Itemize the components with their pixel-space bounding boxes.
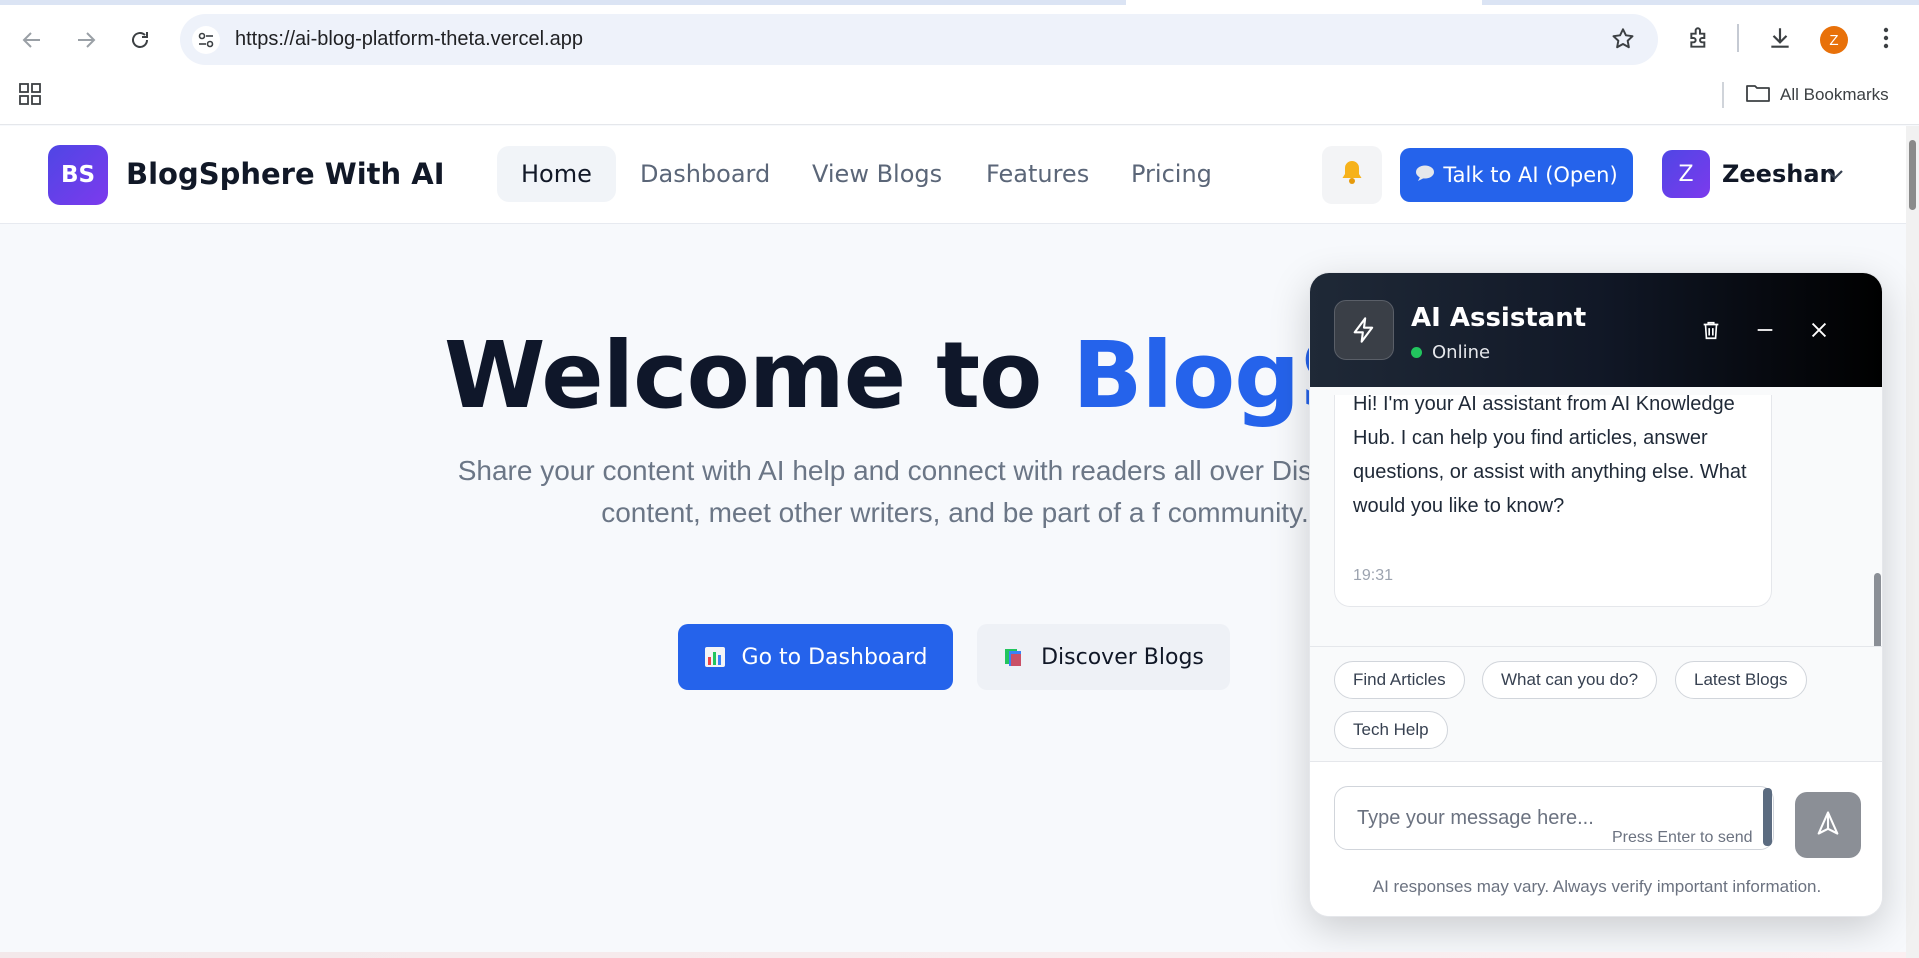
chat-status-label: Online	[1432, 342, 1491, 363]
speech-bubble-icon	[1415, 163, 1435, 187]
bottom-edge	[0, 952, 1906, 958]
suggestion-chip[interactable]: Tech Help	[1334, 711, 1448, 749]
chat-input-area: Press Enter to send AI responses may var…	[1310, 761, 1882, 916]
chat-header: AI Assistant Online	[1310, 273, 1882, 387]
address-bar[interactable]: https://ai-blog-platform-theta.vercel.ap…	[180, 14, 1658, 65]
online-dot-icon	[1411, 347, 1422, 358]
send-button[interactable]	[1795, 792, 1861, 858]
hero-title-plain: Welcome to	[444, 322, 1073, 429]
assistant-message-text: Hi! I'm your AI assistant from AI Knowle…	[1353, 393, 1747, 517]
close-icon[interactable]	[1802, 313, 1836, 347]
send-icon	[1814, 809, 1842, 841]
bar-chart-icon	[704, 646, 726, 668]
page-scrollbar[interactable]	[1906, 126, 1919, 958]
quick-suggestions: Find Articles What can you do? Latest Bl…	[1310, 646, 1882, 762]
nav-home[interactable]: Home	[497, 146, 616, 202]
all-bookmarks-label: All Bookmarks	[1780, 85, 1889, 104]
brand-name[interactable]: BlogSphere With AI	[126, 157, 445, 191]
nav-features[interactable]: Features	[962, 146, 1113, 202]
user-avatar[interactable]: Z	[1662, 150, 1710, 198]
forward-icon[interactable]	[68, 22, 104, 58]
trash-icon[interactable]	[1694, 313, 1728, 347]
bookmark-star-icon[interactable]	[1610, 26, 1636, 56]
chat-title: AI Assistant	[1411, 303, 1587, 333]
discover-blogs-label: Discover Blogs	[1041, 644, 1204, 670]
go-to-dashboard-label: Go to Dashboard	[741, 644, 928, 670]
nav-pricing[interactable]: Pricing	[1107, 146, 1236, 202]
talk-to-ai-label: Talk to AI (Open)	[1443, 163, 1618, 187]
bell-icon	[1340, 159, 1364, 191]
nav-view-blogs[interactable]: View Blogs	[788, 146, 966, 202]
go-to-dashboard-button[interactable]: Go to Dashboard	[678, 624, 953, 690]
books-icon	[1003, 646, 1025, 668]
ai-chat-widget: Hi! I'm your AI assistant from AI Knowle…	[1309, 272, 1883, 917]
discover-blogs-button[interactable]: Discover Blogs	[977, 624, 1230, 690]
profile-avatar[interactable]: Z	[1820, 26, 1848, 54]
logo-badge[interactable]: BS	[48, 145, 108, 205]
message-timestamp: 19:31	[1353, 567, 1394, 584]
page-scroll-thumb[interactable]	[1909, 140, 1916, 210]
notifications-button[interactable]	[1322, 146, 1382, 204]
nav-dashboard[interactable]: Dashboard	[616, 146, 794, 202]
download-icon[interactable]	[1762, 20, 1798, 56]
ai-disclaimer: AI responses may vary. Always verify imp…	[1372, 877, 1822, 896]
site-header: BS BlogSphere With AI Home Dashboard Vie…	[0, 126, 1906, 224]
site-info-icon[interactable]	[192, 26, 220, 54]
input-scrollbar	[1763, 788, 1772, 846]
minimize-icon[interactable]	[1748, 313, 1782, 347]
chat-status: Online	[1411, 342, 1490, 363]
toolbar-divider	[1737, 24, 1739, 52]
browser-toolbar: https://ai-blog-platform-theta.vercel.ap…	[0, 0, 1919, 125]
tab-strip	[0, 0, 1919, 5]
folder-icon	[1746, 83, 1770, 108]
url-text[interactable]: https://ai-blog-platform-theta.vercel.ap…	[235, 28, 583, 51]
all-bookmarks-button[interactable]: All Bookmarks	[1746, 82, 1889, 108]
lightning-icon	[1334, 300, 1394, 360]
bookmarks-divider	[1722, 82, 1724, 108]
user-name[interactable]: Zeeshan	[1722, 160, 1837, 188]
apps-grid-icon[interactable]	[14, 78, 46, 110]
suggestion-chip[interactable]: Find Articles	[1334, 661, 1465, 699]
press-enter-hint: Press Enter to send	[1612, 829, 1753, 846]
suggestion-chip[interactable]: Latest Blogs	[1675, 661, 1807, 699]
talk-to-ai-button[interactable]: Talk to AI (Open)	[1400, 148, 1633, 202]
extensions-icon[interactable]	[1682, 20, 1718, 56]
active-tab-edge	[1126, 0, 1482, 5]
reload-icon[interactable]	[122, 22, 158, 58]
back-icon[interactable]	[14, 22, 50, 58]
assistant-message: Hi! I'm your AI assistant from AI Knowle…	[1334, 393, 1772, 607]
chevron-down-icon[interactable]	[1822, 162, 1848, 188]
kebab-menu-icon[interactable]	[1868, 20, 1904, 56]
suggestion-chip[interactable]: What can you do?	[1482, 661, 1658, 699]
